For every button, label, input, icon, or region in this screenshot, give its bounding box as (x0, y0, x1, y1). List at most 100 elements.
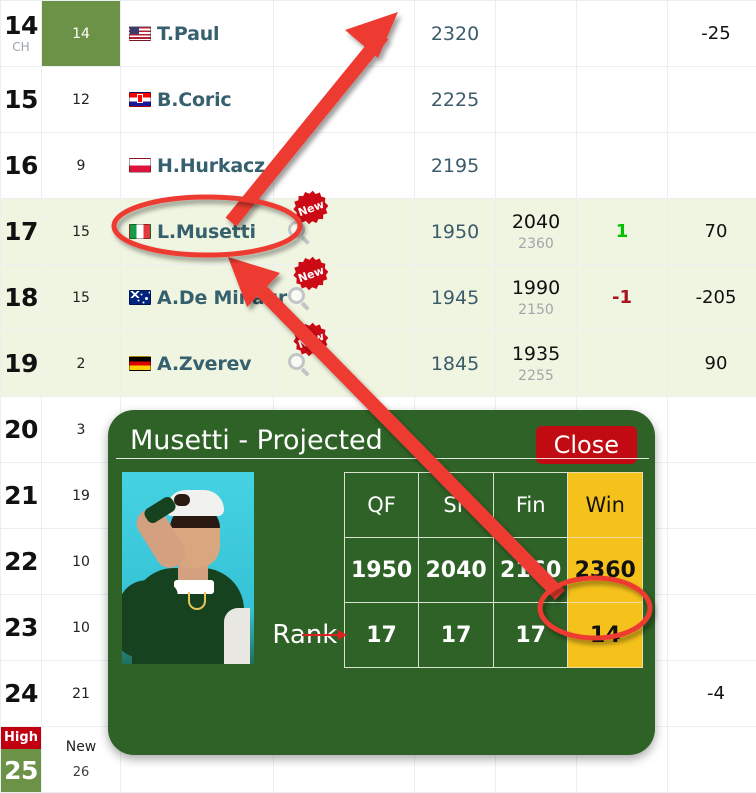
poland-flag (129, 158, 151, 173)
previous-rank-value: 12 (72, 92, 90, 108)
table-row[interactable]: 14CH14 T.Paul 2320 -25 (1, 1, 756, 67)
previous-rank-cell: 9 (42, 133, 121, 199)
projection-header-win: Win (568, 473, 643, 538)
player-photo (122, 472, 254, 664)
previous-rank-cell: 15 (42, 265, 121, 331)
projection-rank-value: 17 (419, 603, 494, 668)
rank-cell: 16 (1, 133, 42, 199)
details-cell[interactable]: New (274, 199, 415, 265)
previous-rank-value: 15 (72, 290, 90, 306)
details-cell[interactable]: New (274, 265, 415, 331)
table-row[interactable]: 1512B.Coric2225 (1, 67, 756, 133)
player-name[interactable]: H.Hurkacz (157, 155, 265, 177)
previous-rank-value: New (66, 739, 97, 755)
rank-number: 16 (4, 153, 38, 178)
previous-rank-cell: 15 (42, 199, 121, 265)
previous-rank-value: 14 (42, 1, 120, 66)
player-name[interactable]: L.Musetti (157, 221, 256, 243)
player-name[interactable]: B.Coric (157, 89, 231, 111)
projected-points-cell: 2040 2360 (496, 199, 577, 265)
rank-cell: 19 (1, 331, 42, 397)
points-change-cell (668, 727, 756, 793)
projection-points-value: 2040 (419, 538, 494, 603)
projection-table: QFSFFinWin1950204021602360Rank17171714 (266, 472, 643, 668)
details-cell[interactable] (274, 133, 415, 199)
previous-rank-value: 19 (72, 488, 90, 504)
magnifier-icon[interactable] (288, 287, 312, 311)
previous-rank-value: 21 (72, 686, 90, 702)
rank-cell: 17 (1, 199, 42, 265)
rank-move-cell: -1 (577, 265, 668, 331)
projected-points-cell (496, 133, 577, 199)
points-cell: 2320 (415, 1, 496, 67)
rank-number: 18 (4, 285, 38, 310)
points-change-cell (668, 529, 756, 595)
player-name[interactable]: A.De Minaur (157, 287, 287, 309)
rank-cell: 21 (1, 463, 42, 529)
projected-points-cell (496, 67, 577, 133)
projected-points-cell (496, 1, 577, 67)
player-name[interactable]: A.Zverev (157, 353, 251, 375)
rank-cell: 22 (1, 529, 42, 595)
player-cell[interactable]: A.De Minaur (121, 265, 274, 331)
previous-rank-subvalue: 26 (73, 765, 90, 780)
projected-points-max: 2360 (518, 236, 554, 252)
player-cell[interactable]: H.Hurkacz (121, 133, 274, 199)
magnifier-icon[interactable] (288, 221, 312, 245)
previous-rank-value: 10 (72, 620, 90, 636)
projected-points-max: 2150 (518, 302, 554, 318)
projected-points-max: 2255 (518, 368, 554, 384)
details-cell[interactable]: New (274, 331, 415, 397)
rank-cell: 20 (1, 397, 42, 463)
projection-points-value: 2360 (568, 538, 643, 603)
previous-rank-value: 9 (77, 158, 86, 174)
projection-header-qf: QF (344, 473, 419, 538)
table-row[interactable]: 192A.ZverevNew18451935225590 (1, 331, 756, 397)
projected-popup[interactable]: Musetti - Projected Close QFSFFinWin1950… (108, 410, 655, 755)
australia-flag (129, 290, 151, 305)
rank-number: 14 (4, 13, 38, 38)
points-change-cell: -4 (668, 661, 756, 727)
rank-row-label: Rank (266, 603, 344, 668)
details-cell[interactable] (274, 67, 415, 133)
player-name[interactable]: T.Paul (157, 23, 219, 45)
croatia-flag (129, 92, 151, 107)
player-cell[interactable]: A.Zverev (121, 331, 274, 397)
rank-pointer-arrow (302, 634, 346, 636)
projection-rank-row: Rank17171714 (266, 603, 643, 668)
popup-divider (116, 458, 649, 459)
points-cell: 1845 (415, 331, 496, 397)
previous-rank-value: 15 (72, 224, 90, 240)
projection-points-value: 2160 (493, 538, 568, 603)
rank-number: 25 (4, 758, 38, 783)
points-cell: 2225 (415, 67, 496, 133)
table-row[interactable]: 1815A.De MinaurNew194519902150-1-205 (1, 265, 756, 331)
rank-move-cell: 1 (577, 199, 668, 265)
details-cell[interactable] (274, 1, 415, 67)
player-cell[interactable]: B.Coric (121, 67, 274, 133)
table-row[interactable]: 1715L.MusettiNew195020402360170 (1, 199, 756, 265)
projection-header-sf: SF (419, 473, 494, 538)
germany-flag (129, 356, 151, 371)
projected-points: 1990 (512, 277, 560, 299)
previous-rank-value: 10 (72, 554, 90, 570)
rank-cell: 14CH (1, 1, 42, 67)
previous-rank-value: 3 (77, 422, 86, 438)
projection-rank-value: 14 (568, 603, 643, 668)
rank-number: 19 (4, 351, 38, 376)
projected-points-cell: 1990 2150 (496, 265, 577, 331)
projected-points: 2040 (512, 211, 560, 233)
points-change-cell (668, 397, 756, 463)
points-change-cell: -25 (668, 1, 756, 67)
table-row[interactable]: 169H.Hurkacz2195 (1, 133, 756, 199)
italy-flag (129, 224, 151, 239)
rank-number: 20 (4, 417, 38, 442)
points-change-cell: 90 (668, 331, 756, 397)
magnifier-icon[interactable] (288, 353, 312, 377)
points-change-cell (668, 595, 756, 661)
projection-header-fin: Fin (493, 473, 568, 538)
player-cell[interactable]: L.Musetti (121, 199, 274, 265)
points-cell: 1950 (415, 199, 496, 265)
rank-move-cell (577, 1, 668, 67)
player-cell[interactable]: T.Paul (121, 1, 274, 67)
